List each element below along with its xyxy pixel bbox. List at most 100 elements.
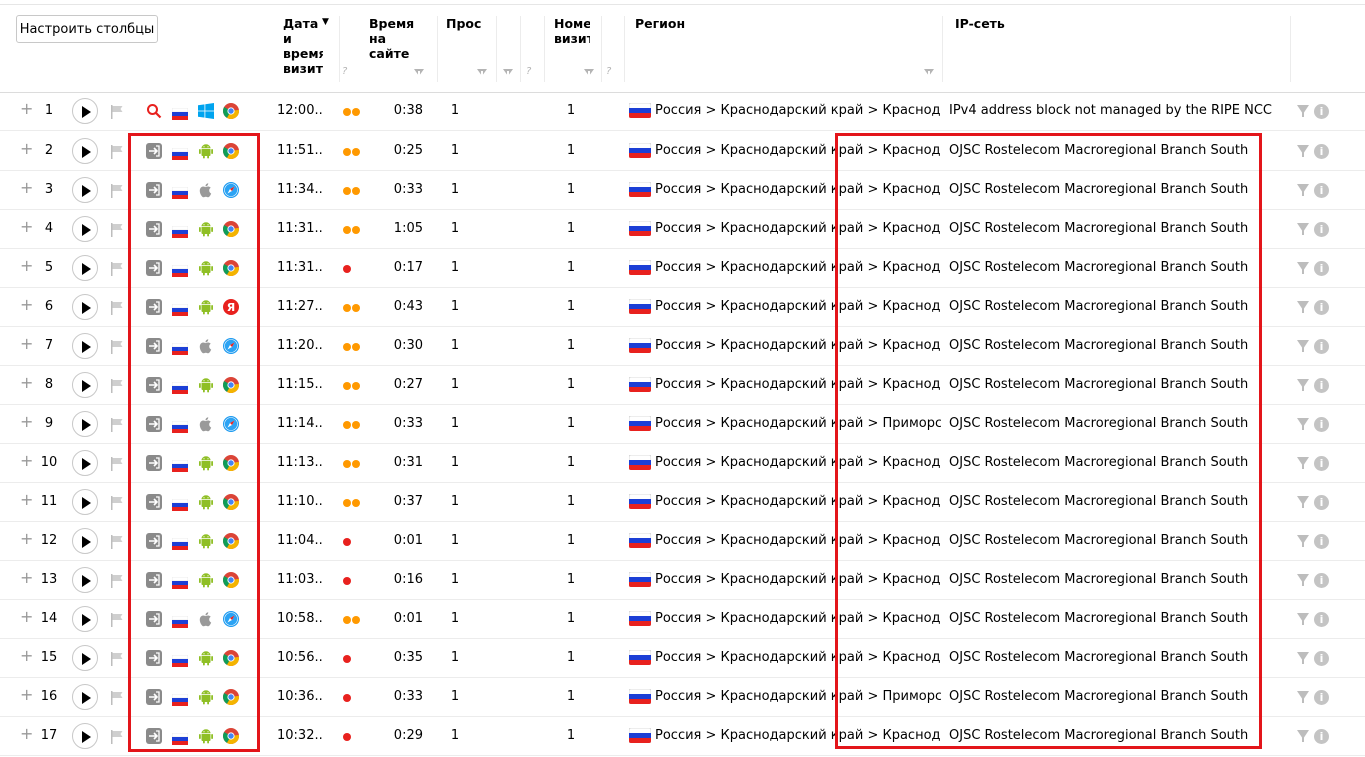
table-row[interactable]: +16 10:36... 0:33 1 1 Россия > Краснодарский … [0,678,1365,717]
mark-flag-icon[interactable] [111,222,123,237]
filter-icon[interactable] [1297,535,1309,547]
play-session-button[interactable] [72,645,98,671]
table-row[interactable]: +6 Я 11:27... 0:43 1 1 Россия > Краснодарский … [0,288,1365,327]
table-row[interactable]: +17 10:32... 0:29 1 1 Россия > Краснодарский … [0,717,1365,756]
column-header-visit-number[interactable]: Номе визит [554,16,590,46]
play-session-button[interactable] [72,333,98,359]
table-row[interactable]: +7 11:20... 0:30 1 1 Россия > Краснодарский к… [0,327,1365,366]
info-icon[interactable]: i [1314,300,1329,315]
table-row[interactable]: +1 12:00... 0:38 1 1 Россия > Краснодарский к… [0,92,1365,131]
info-icon[interactable]: i [1314,495,1329,510]
info-icon[interactable]: i [1314,612,1329,627]
mark-flag-icon[interactable] [111,339,123,354]
configure-columns-button[interactable]: Настроить столбцы [16,15,158,43]
info-icon[interactable]: i [1314,534,1329,549]
table-row[interactable]: +9 11:14... 0:33 1 1 Россия > Краснодарский к… [0,405,1365,444]
filter-icon[interactable] [1297,613,1309,625]
column-header-date-time[interactable]: Датаи времявизита [283,16,323,76]
table-row[interactable]: +5 11:31... 0:17 1 1 Россия > Краснодарский к… [0,249,1365,288]
column-header-pageviews[interactable]: Просм [446,16,482,31]
mark-flag-icon[interactable] [111,534,123,549]
play-session-button[interactable] [72,684,98,710]
play-session-button[interactable] [72,411,98,437]
filter-icon[interactable] [1297,574,1309,586]
play-session-button[interactable] [72,450,98,476]
mark-flag-icon[interactable] [111,495,123,510]
expand-row-icon[interactable]: + [20,414,33,430]
expand-row-icon[interactable]: + [20,336,33,352]
expand-row-icon[interactable]: + [20,570,33,586]
play-session-button[interactable] [72,177,98,203]
info-icon[interactable]: i [1314,378,1329,393]
mark-flag-icon[interactable] [111,261,123,276]
filter-icon[interactable] [1297,379,1309,391]
expand-row-icon[interactable]: + [20,258,33,274]
mark-flag-icon[interactable] [111,104,123,119]
info-icon[interactable]: i [1314,651,1329,666]
play-session-button[interactable] [72,489,98,515]
info-icon[interactable]: i [1314,456,1329,471]
play-session-button[interactable] [72,723,98,749]
filter-icon[interactable] [1297,418,1309,430]
expand-row-icon[interactable]: + [20,531,33,547]
mark-flag-icon[interactable] [111,729,123,744]
info-icon[interactable]: i [1314,573,1329,588]
mark-flag-icon[interactable] [111,651,123,666]
play-session-button[interactable] [72,255,98,281]
help-icon[interactable]: ? [526,66,531,77]
play-session-button[interactable] [72,567,98,593]
table-row[interactable]: +4 11:31... 1:05 1 1 Россия > Краснодарский к… [0,210,1365,249]
play-session-button[interactable] [72,98,98,124]
table-row[interactable]: +14 10:58... 0:01 1 1 Россия > Краснодарский … [0,600,1365,639]
info-icon[interactable]: i [1314,261,1329,276]
help-icon[interactable]: ? [606,66,611,77]
expand-row-icon[interactable]: + [20,726,33,742]
filter-icon[interactable] [924,69,934,77]
mark-flag-icon[interactable] [111,417,123,432]
expand-row-icon[interactable]: + [20,219,33,235]
expand-row-icon[interactable]: + [20,648,33,664]
filter-icon[interactable] [1297,340,1309,352]
play-session-button[interactable] [72,294,98,320]
filter-icon[interactable] [1297,730,1309,742]
column-header-time-on-site[interactable]: Время на сайте [369,16,419,61]
table-row[interactable]: +12 11:04... 0:01 1 1 Россия > Краснодарский … [0,522,1365,561]
expand-row-icon[interactable]: + [20,141,33,157]
mark-flag-icon[interactable] [111,573,123,588]
filter-icon[interactable] [414,69,424,77]
expand-row-icon[interactable]: + [20,609,33,625]
info-icon[interactable]: i [1314,339,1329,354]
play-session-button[interactable] [72,606,98,632]
table-row[interactable]: +11 11:10... 0:37 1 1 Россия > Краснодарский … [0,483,1365,522]
filter-icon[interactable] [1297,145,1309,157]
play-session-button[interactable] [72,216,98,242]
expand-row-icon[interactable]: + [20,687,33,703]
mark-flag-icon[interactable] [111,300,123,315]
table-row[interactable]: +3 11:34... 0:33 1 1 Россия > Краснодарский к… [0,171,1365,210]
filter-icon[interactable] [503,69,513,77]
mark-flag-icon[interactable] [111,183,123,198]
expand-row-icon[interactable]: + [20,375,33,391]
play-session-button[interactable] [72,138,98,164]
mark-flag-icon[interactable] [111,144,123,159]
filter-icon[interactable] [1297,223,1309,235]
filter-icon[interactable] [1297,105,1309,117]
info-icon[interactable]: i [1314,729,1329,744]
expand-row-icon[interactable]: + [20,101,33,117]
filter-icon[interactable] [1297,184,1309,196]
mark-flag-icon[interactable] [111,456,123,471]
mark-flag-icon[interactable] [111,612,123,627]
filter-icon[interactable] [1297,652,1309,664]
info-icon[interactable]: i [1314,222,1329,237]
info-icon[interactable]: i [1314,417,1329,432]
info-icon[interactable]: i [1314,183,1329,198]
mark-flag-icon[interactable] [111,690,123,705]
info-icon[interactable]: i [1314,690,1329,705]
filter-icon[interactable] [1297,457,1309,469]
column-header-region[interactable]: Регион [635,16,755,31]
expand-row-icon[interactable]: + [20,453,33,469]
filter-icon[interactable] [1297,496,1309,508]
mark-flag-icon[interactable] [111,378,123,393]
filter-icon[interactable] [477,69,487,77]
column-header-ip-network[interactable]: IP-сеть [955,16,1075,31]
